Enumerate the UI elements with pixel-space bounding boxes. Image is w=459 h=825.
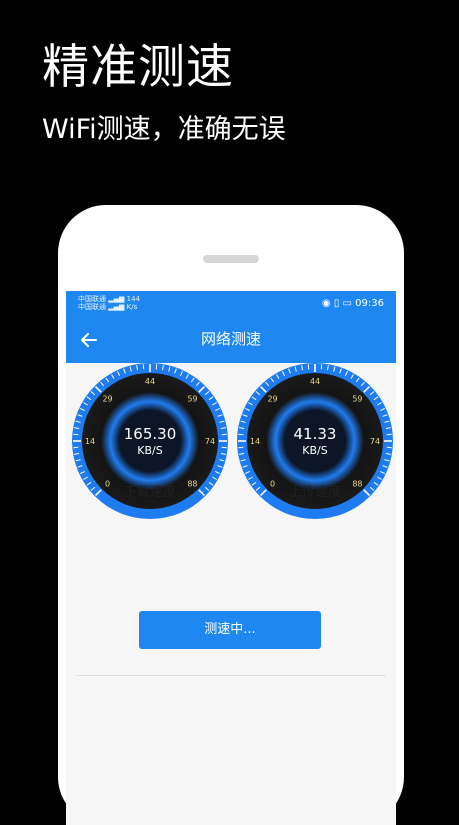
net-speed: 144	[127, 295, 140, 303]
signal-icon: ▂▄▆	[108, 303, 124, 311]
upload-gauge: 0142944597488 41.33 KB/S	[235, 361, 395, 525]
gauge-tick-label: 29	[102, 395, 112, 404]
carrier-2: 中国联通	[78, 303, 106, 311]
vibrate-icon: ▯	[334, 298, 340, 309]
gauge-tick-label: 59	[187, 395, 197, 404]
promo-headline: 精准测速	[42, 38, 234, 98]
upload-speed-label: 上传速度	[235, 481, 395, 500]
status-time: 09:36	[355, 298, 384, 309]
status-right: ◉ ▯ ▭ 09:36	[322, 298, 384, 309]
upload-speed-value: 41.33	[294, 425, 337, 443]
gauge-tick-label: 59	[352, 395, 362, 404]
phone-mockup: 中国联通 ▂▄▆ 144 中国联通 ▂▄▆ K/s ◉ ▯ ▭ 09:36 网络…	[58, 205, 404, 825]
divider	[76, 675, 386, 676]
net-speed-unit: K/s	[127, 303, 138, 311]
gauge-tick-label: 74	[370, 437, 380, 446]
gauge-tick-label: 44	[145, 377, 155, 386]
gauge-tick-label: 74	[205, 437, 215, 446]
download-gauge: 0142944597488 165.30 KB/S	[70, 361, 230, 525]
download-speed-value: 165.30	[124, 425, 177, 443]
app-title: 网络测速	[66, 329, 396, 349]
gauge-tick-label: 14	[85, 437, 95, 446]
status-left: 中国联通 ▂▄▆ 144 中国联通 ▂▄▆ K/s	[78, 295, 140, 311]
carrier-1: 中国联通	[78, 295, 106, 303]
promo-subline: WiFi测速，准确无误	[42, 112, 286, 148]
download-speed-label: 下载速度	[70, 481, 230, 500]
eye-icon: ◉	[322, 298, 331, 309]
gauge-tick-label: 14	[250, 437, 260, 446]
battery-icon: ▭	[343, 298, 352, 309]
gauge-tick-label: 44	[310, 377, 320, 386]
phone-speaker	[203, 255, 259, 263]
upload-speed-unit: KB/S	[302, 444, 327, 457]
download-speed-unit: KB/S	[137, 444, 162, 457]
app-bar: 网络测速	[66, 317, 396, 363]
signal-icon: ▂▄▆	[108, 295, 124, 303]
app-screen: 中国联通 ▂▄▆ 144 中国联通 ▂▄▆ K/s ◉ ▯ ▭ 09:36 网络…	[66, 291, 396, 825]
gauge-tick-label: 29	[267, 395, 277, 404]
status-bar: 中国联通 ▂▄▆ 144 中国联通 ▂▄▆ K/s ◉ ▯ ▭ 09:36	[66, 291, 396, 317]
speed-test-button[interactable]: 测速中...	[139, 611, 321, 649]
